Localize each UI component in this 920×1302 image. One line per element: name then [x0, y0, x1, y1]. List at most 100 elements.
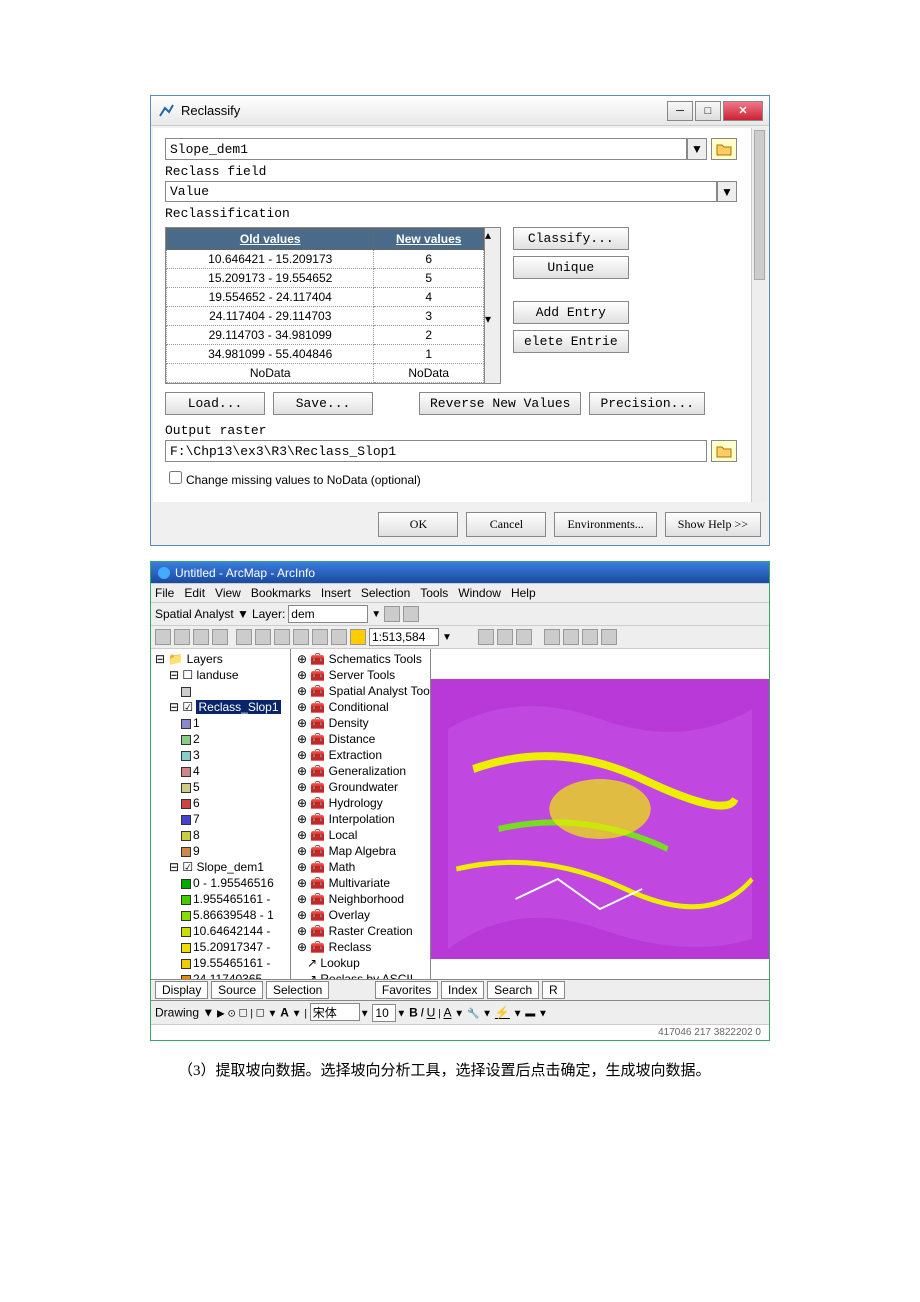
- new-icon[interactable]: [155, 629, 171, 645]
- menu-file[interactable]: File: [155, 586, 174, 600]
- environments-button[interactable]: Environments...: [554, 512, 656, 537]
- chevron-down-icon[interactable]: ▼: [717, 181, 737, 202]
- save-icon[interactable]: [193, 629, 209, 645]
- save-button[interactable]: Save...: [273, 392, 373, 415]
- font-combo[interactable]: [310, 1003, 360, 1021]
- scrollbar-vertical[interactable]: [751, 128, 767, 502]
- arctoolbox[interactable]: ⊕ 🧰 Schematics Tools⊕ 🧰 Server Tools⊕ 🧰 …: [291, 649, 431, 979]
- drawing-toolbar[interactable]: Drawing ▼ ▶ ⊙ ☐ | ☐ ▼ A ▼ | ▼ ▼ B I U | …: [151, 1000, 769, 1024]
- tab-r[interactable]: R: [542, 981, 565, 999]
- menu-tools[interactable]: Tools: [420, 586, 448, 600]
- menu-window[interactable]: Window: [458, 586, 501, 600]
- classify-button[interactable]: Classify...: [513, 227, 629, 250]
- add-entry-button[interactable]: Add Entry: [513, 301, 629, 324]
- map-view[interactable]: [431, 649, 769, 979]
- menu-view[interactable]: View: [215, 586, 241, 600]
- table-row[interactable]: 24.117404 - 29.1147033: [167, 307, 484, 326]
- undo-icon[interactable]: [312, 629, 328, 645]
- menu-edit[interactable]: Edit: [184, 586, 205, 600]
- tab-search[interactable]: Search: [487, 981, 539, 999]
- reclass-field-combo[interactable]: ▼: [165, 181, 737, 202]
- pan-icon[interactable]: [582, 629, 598, 645]
- toolbox-item[interactable]: ↗ Lookup: [293, 955, 428, 971]
- toolbox-item[interactable]: ⊕ 🧰 Reclass: [293, 939, 428, 955]
- full-extent-icon[interactable]: [601, 629, 617, 645]
- layer-combo[interactable]: [288, 605, 368, 623]
- zoom-in-icon[interactable]: [544, 629, 560, 645]
- col-old[interactable]: Old values: [167, 229, 374, 250]
- load-button[interactable]: Load...: [165, 392, 265, 415]
- reclass-table[interactable]: Old valuesNew values 10.646421 - 15.2091…: [165, 227, 485, 384]
- spatial-analyst-toolbar[interactable]: Spatial Analyst ▼ Layer: ▼: [151, 603, 769, 626]
- toolbox-item[interactable]: ⊕ 🧰 Overlay: [293, 907, 428, 923]
- scale-input[interactable]: [369, 628, 439, 646]
- paste-icon[interactable]: [274, 629, 290, 645]
- redo-icon[interactable]: [331, 629, 347, 645]
- copy-icon[interactable]: [255, 629, 271, 645]
- toolbox-item[interactable]: ⊕ 🧰 Interpolation: [293, 811, 428, 827]
- maximize-button[interactable]: □: [695, 101, 721, 121]
- input-raster-input[interactable]: [165, 138, 687, 160]
- toolbox-item[interactable]: ↗ Reclass by ASCII: [293, 971, 428, 979]
- menu-help[interactable]: Help: [511, 586, 536, 600]
- histogram-icon[interactable]: [384, 606, 400, 622]
- table-row[interactable]: NoDataNoData: [167, 364, 484, 383]
- font-size-combo[interactable]: [372, 1004, 396, 1022]
- contour-icon[interactable]: [403, 606, 419, 622]
- reverse-button[interactable]: Reverse New Values: [419, 392, 581, 415]
- toolbox-item[interactable]: ⊕ 🧰 Server Tools: [293, 667, 428, 683]
- ok-button[interactable]: OK: [378, 512, 458, 537]
- toolbox-item[interactable]: ⊕ 🧰 Extraction: [293, 747, 428, 763]
- output-raster-input[interactable]: [165, 440, 707, 462]
- add-data-icon[interactable]: [350, 629, 366, 645]
- close-button[interactable]: ✕: [723, 101, 763, 121]
- toolbox-item[interactable]: ⊕ 🧰 Neighborhood: [293, 891, 428, 907]
- help-icon[interactable]: [516, 629, 532, 645]
- toolbox-item[interactable]: ⊕ 🧰 Raster Creation: [293, 923, 428, 939]
- spatial-analyst-label[interactable]: Spatial Analyst ▼: [155, 607, 249, 621]
- toolbox-item[interactable]: ⊕ 🧰 Map Algebra: [293, 843, 428, 859]
- zoom-out-icon[interactable]: [563, 629, 579, 645]
- toolbox-item[interactable]: ⊕ 🧰 Distance: [293, 731, 428, 747]
- nodata-checkbox[interactable]: [169, 471, 182, 484]
- print-icon[interactable]: [212, 629, 228, 645]
- folder-icon[interactable]: [711, 138, 737, 160]
- table-row[interactable]: 34.981099 - 55.4048461: [167, 345, 484, 364]
- table-row[interactable]: 10.646421 - 15.2091736: [167, 250, 484, 269]
- reclass-field-input[interactable]: [165, 181, 717, 202]
- tab-selection[interactable]: Selection: [266, 981, 329, 999]
- open-icon[interactable]: [174, 629, 190, 645]
- standard-toolbar[interactable]: ▼: [151, 626, 769, 649]
- toolbox-item[interactable]: ⊕ 🧰 Math: [293, 859, 428, 875]
- tab-source[interactable]: Source: [211, 981, 263, 999]
- table-row[interactable]: 29.114703 - 34.9810992: [167, 326, 484, 345]
- minimize-button[interactable]: ─: [667, 101, 693, 121]
- cancel-button[interactable]: Cancel: [466, 512, 546, 537]
- chevron-down-icon[interactable]: ▼: [687, 138, 707, 160]
- tab-display[interactable]: Display: [155, 981, 208, 999]
- tab-favorites[interactable]: Favorites: [375, 981, 438, 999]
- folder-icon[interactable]: [711, 440, 737, 462]
- precision-button[interactable]: Precision...: [589, 392, 705, 415]
- delete-entries-button[interactable]: elete Entrie: [513, 330, 629, 353]
- toolbox-item[interactable]: ⊕ 🧰 Multivariate: [293, 875, 428, 891]
- editor-icon[interactable]: [478, 629, 494, 645]
- toolbox-item[interactable]: ⊕ 🧰 Spatial Analyst Tools: [293, 683, 428, 699]
- toolbox-item[interactable]: ⊕ 🧰 Schematics Tools: [293, 651, 428, 667]
- toolbox-item[interactable]: ⊕ 🧰 Hydrology: [293, 795, 428, 811]
- table-row[interactable]: 19.554652 - 24.1174044: [167, 288, 484, 307]
- col-new[interactable]: New values: [374, 229, 484, 250]
- table-scrollbar[interactable]: ▴▾: [485, 227, 501, 384]
- toolbox-item[interactable]: ⊕ 🧰 Density: [293, 715, 428, 731]
- table-row[interactable]: 15.209173 - 19.5546525: [167, 269, 484, 288]
- menu-insert[interactable]: Insert: [321, 586, 351, 600]
- arcmap-titlebar[interactable]: Untitled - ArcMap - ArcInfo: [151, 562, 769, 584]
- delete-icon[interactable]: [293, 629, 309, 645]
- table-of-contents[interactable]: ⊟ 📁 Layers ⊟ ☐ landuse ⊟ ☑ Reclass_Slop1…: [151, 649, 291, 979]
- input-raster-combo[interactable]: ▼: [165, 138, 737, 160]
- toolbox-item[interactable]: ⊕ 🧰 Conditional: [293, 699, 428, 715]
- unique-button[interactable]: Unique: [513, 256, 629, 279]
- titlebar[interactable]: Reclassify ─ □ ✕: [151, 96, 769, 126]
- toolbox-item[interactable]: ⊕ 🧰 Local: [293, 827, 428, 843]
- show-help-button[interactable]: Show Help >>: [665, 512, 761, 537]
